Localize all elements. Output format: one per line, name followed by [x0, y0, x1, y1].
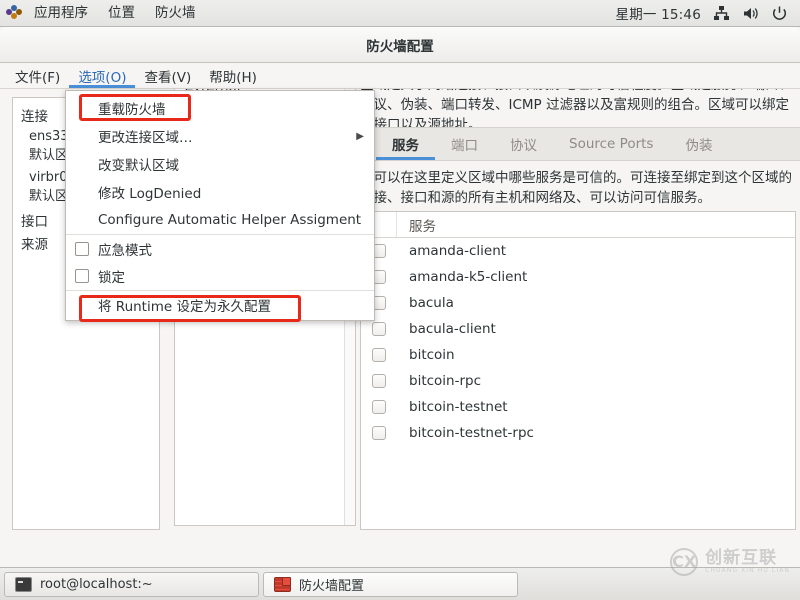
menu-item-reload-firewall[interactable]: 重载防火墙	[66, 94, 374, 122]
watermark: CX 创新互联 CHUANG XIN HU LIAN	[670, 548, 790, 576]
menu-item-change-default-zone[interactable]: 改变默认区域	[66, 150, 374, 178]
power-icon[interactable]	[771, 5, 788, 22]
menu-file[interactable]: 文件(F)	[6, 63, 69, 88]
taskbar-button-terminal-label: root@localhost:~	[40, 576, 153, 592]
menu-item-panic-mode[interactable]: 应急模式	[66, 234, 374, 262]
top-panel-applications[interactable]: 应用程序	[24, 0, 98, 27]
services-table-header: 服务	[361, 212, 795, 238]
menu-item-panic-mode-label: 应急模式	[98, 242, 152, 259]
service-name: bitcoin-rpc	[409, 373, 482, 389]
service-name: bacula	[409, 295, 454, 311]
menubar: 文件(F) 选项(O) 查看(V) 帮助(H)	[0, 63, 800, 89]
gnome-top-panel: 应用程序 位置 防火墙 星期一 15:46	[0, 0, 800, 27]
tab-protocols[interactable]: 协议	[494, 128, 553, 160]
chevron-right-icon: ▶	[356, 130, 364, 142]
table-row[interactable]: amanda-k5-client	[361, 264, 795, 290]
options-dropdown-menu: 重载防火墙 更改连接区域… ▶ 改变默认区域 修改 LogDenied Conf…	[65, 90, 375, 321]
menu-item-change-connection-zone-label: 更改连接区域…	[98, 130, 193, 146]
watermark-cn: 创新互联	[705, 547, 778, 568]
tab-services[interactable]: 服务	[376, 128, 435, 160]
gnome-apps-icon	[6, 5, 22, 21]
table-row[interactable]: bitcoin-rpc	[361, 368, 795, 394]
menu-item-change-connection-zone[interactable]: 更改连接区域… ▶	[66, 122, 374, 150]
window-title: 防火墙配置	[366, 38, 434, 55]
top-panel-left: 应用程序 位置 防火墙	[0, 0, 206, 26]
services-tab-description: 您可以在这里定义区域中哪些服务是可信的。可连接至绑定到这个区域的连接、接口和源的…	[360, 170, 792, 206]
window-titlebar: 防火墙配置	[0, 27, 800, 63]
network-icon[interactable]	[713, 5, 730, 22]
service-checkbox[interactable]	[361, 374, 397, 388]
tab-ports[interactable]: 端口	[435, 128, 494, 160]
top-panel-right: 星期一 15:46	[616, 3, 800, 23]
service-checkbox[interactable]	[361, 348, 397, 362]
top-panel-firewall[interactable]: 防火墙	[145, 0, 206, 27]
menu-help[interactable]: 帮助(H)	[200, 63, 266, 88]
service-name: bitcoin	[409, 347, 455, 363]
watermark-text: 创新互联 CHUANG XIN HU LIAN	[705, 547, 790, 574]
menu-item-runtime-to-permanent[interactable]: 将 Runtime 设定为永久配置	[66, 290, 374, 318]
services-table-body: amanda-client amanda-k5-client bacula ba…	[361, 238, 795, 529]
taskbar-button-firewall-label: 防火墙配置	[299, 578, 365, 594]
menu-options[interactable]: 选项(O)	[69, 63, 135, 88]
service-name: amanda-client	[409, 243, 507, 259]
service-name: bitcoin-testnet-rpc	[409, 425, 534, 441]
screen-root: 应用程序 位置 防火墙 星期一 15:46 防火墙配置 文件(F) 选项(O) …	[0, 0, 800, 600]
watermark-logo-icon: CX	[670, 548, 699, 576]
services-table: 服务 amanda-client amanda-k5-client bacula	[360, 211, 796, 530]
volume-icon[interactable]	[742, 5, 759, 22]
clock[interactable]: 星期一 15:46	[616, 3, 702, 23]
service-checkbox[interactable]	[361, 426, 397, 440]
zone-detail-pane: 区域定义了网络连接、接口以及源地址的可信程度。区域是服务、端口、协议、伪装、端口…	[360, 63, 800, 540]
top-panel-places[interactable]: 位置	[98, 0, 145, 27]
zone-tabbar: ◀ 服务 端口 协议 Source Ports 伪装	[360, 127, 800, 161]
table-row[interactable]: bitcoin	[361, 342, 795, 368]
menu-view[interactable]: 查看(V)	[135, 63, 200, 88]
table-row[interactable]: bitcoin-testnet	[361, 394, 795, 420]
service-name: bitcoin-testnet	[409, 399, 508, 415]
checkbox-icon[interactable]	[75, 269, 89, 283]
service-checkbox[interactable]	[361, 400, 397, 414]
services-header-name: 服务	[409, 218, 436, 235]
table-row[interactable]: amanda-client	[361, 238, 795, 264]
table-row[interactable]: bitcoin-testnet-rpc	[361, 420, 795, 446]
table-row[interactable]: bacula-client	[361, 316, 795, 342]
watermark-en: CHUANG XIN HU LIAN	[705, 566, 790, 574]
firewall-icon	[274, 576, 291, 592]
terminal-icon	[15, 576, 32, 592]
taskbar-button-firewall[interactable]: 防火墙配置	[263, 571, 518, 597]
menu-item-configure-helper-assignment[interactable]: Configure Automatic Helper Assigment	[66, 206, 374, 234]
service-name: bacula-client	[409, 321, 496, 337]
menu-item-lockdown[interactable]: 锁定	[66, 262, 374, 290]
taskbar-button-terminal[interactable]: root@localhost:~	[4, 571, 259, 597]
tab-masquerade[interactable]: 伪装	[669, 128, 728, 160]
table-row[interactable]: bacula	[361, 290, 795, 316]
tab-source-ports[interactable]: Source Ports	[553, 128, 669, 160]
service-name: amanda-k5-client	[409, 269, 528, 285]
menu-item-change-logdenied[interactable]: 修改 LogDenied	[66, 178, 374, 206]
service-checkbox[interactable]	[361, 322, 397, 336]
checkbox-icon[interactable]	[75, 241, 89, 256]
menu-item-lockdown-label: 锁定	[98, 270, 125, 286]
